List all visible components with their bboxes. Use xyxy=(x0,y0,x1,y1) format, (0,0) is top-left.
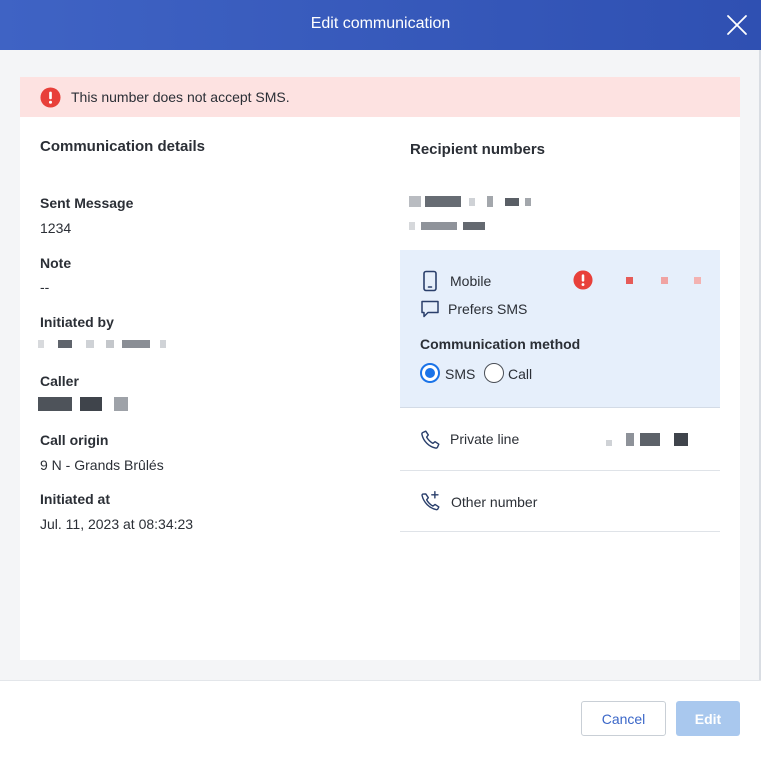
mobile-label: Mobile xyxy=(450,273,492,289)
close-icon xyxy=(727,15,747,35)
recipient-numbers-title: Recipient numbers xyxy=(410,141,546,158)
close-button[interactable] xyxy=(725,13,749,37)
phone-icon xyxy=(420,429,441,450)
error-alert: This number does not accept SMS. xyxy=(20,77,740,117)
sms-radio-label[interactable]: SMS xyxy=(445,366,475,382)
communication-method-label: Communication method xyxy=(420,336,581,352)
recipient-row-private-line[interactable]: Private line xyxy=(400,409,720,471)
recipient-name-redacted xyxy=(409,196,531,207)
modal-title: Edit communication xyxy=(310,15,451,32)
sent-message-value: 1234 xyxy=(40,220,72,236)
communication-details-title: Communication details xyxy=(40,138,206,155)
modal-header: Edit communication xyxy=(0,0,761,50)
mobile-phone-icon xyxy=(422,270,438,292)
note-value: -- xyxy=(40,279,50,295)
private-line-label: Private line xyxy=(450,431,520,447)
sms-radio[interactable] xyxy=(420,363,440,383)
other-number-label: Other number xyxy=(451,494,538,510)
cancel-button[interactable]: Cancel xyxy=(581,701,666,736)
recipient-row-other-number[interactable]: Other number xyxy=(400,471,720,532)
error-icon xyxy=(573,270,593,290)
initiated-at-value: Jul. 11, 2023 at 08:34:23 xyxy=(40,516,194,532)
call-origin-value: 9 N - Grands Brûlés xyxy=(40,457,164,473)
mobile-number-redacted xyxy=(626,277,701,284)
alert-message: This number does not accept SMS. xyxy=(71,89,290,105)
caller-label: Caller xyxy=(40,373,79,389)
error-icon xyxy=(40,86,61,108)
prefers-sms-label: Prefers SMS xyxy=(448,301,528,317)
recipient-subtext-redacted xyxy=(409,222,485,230)
edit-button[interactable]: Edit xyxy=(676,701,740,736)
phone-add-icon xyxy=(420,490,441,511)
note-label: Note xyxy=(40,255,72,271)
initiated-by-label: Initiated by xyxy=(40,314,114,330)
caller-redacted xyxy=(38,397,128,411)
call-origin-label: Call origin xyxy=(40,432,109,448)
call-radio[interactable] xyxy=(484,363,504,383)
initiated-at-label: Initiated at xyxy=(40,491,111,507)
sent-message-label: Sent Message xyxy=(40,195,134,211)
recipient-row-mobile[interactable]: Mobile Prefers SMS Communication method … xyxy=(400,250,720,408)
initiated-by-redacted xyxy=(38,340,166,348)
chat-bubble-icon xyxy=(420,299,440,319)
private-line-number-redacted xyxy=(606,433,688,446)
call-radio-label[interactable]: Call xyxy=(508,366,532,382)
